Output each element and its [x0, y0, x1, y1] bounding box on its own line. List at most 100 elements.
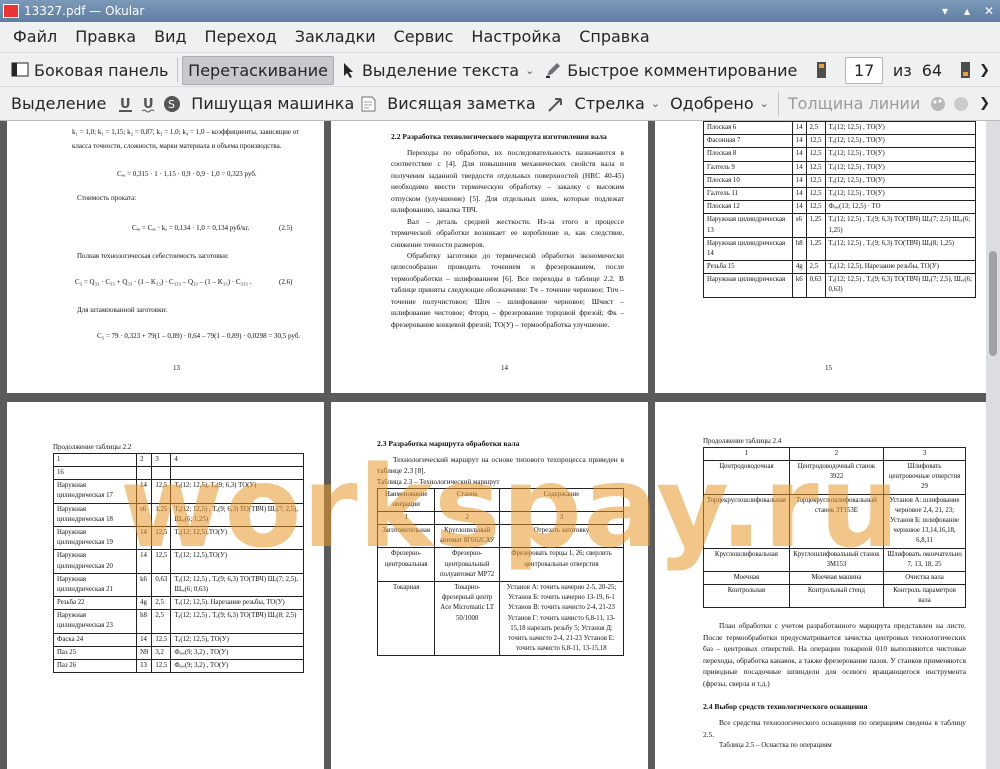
- table-cell: Наружная цилиндрическая 23: [52, 609, 138, 634]
- drag-mode-button[interactable]: Перетаскивание: [182, 55, 334, 85]
- table-row: Наружная цилиндрическая 23 h8 2,5 Тₐ(12; 12…: [52, 609, 304, 634]
- arrow-tool-icon[interactable]: [547, 95, 565, 113]
- line-width-button[interactable]: Толщина линии: [783, 89, 926, 118]
- table-caption: Продолжение таблицы 2.2: [53, 443, 132, 451]
- pen-icon: [544, 61, 562, 79]
- table-cell: Станок: [434, 487, 500, 512]
- minimize-icon[interactable]: ▾: [934, 0, 956, 22]
- svg-text:S: S: [168, 98, 175, 111]
- menu-go[interactable]: Переход: [196, 22, 286, 52]
- chevron-down-icon[interactable]: ⌄: [651, 97, 660, 110]
- table-cell: k6: [791, 273, 807, 298]
- next-page-icon[interactable]: [956, 61, 974, 79]
- color-palette-icon[interactable]: [929, 95, 947, 113]
- title-bar: 13327.pdf — Okular ▾ ▴ ✕: [0, 0, 1000, 22]
- table-cell: Плоская 12: [703, 200, 793, 215]
- quick-comment-label: Быстрое комментирование: [567, 60, 798, 80]
- table-cell: 12,5: [151, 549, 172, 574]
- menu-bookmarks[interactable]: Закладки: [286, 22, 385, 52]
- menu-file[interactable]: Файл: [4, 22, 66, 52]
- table-row: Круглошлифовальная Круглошлифовальный ста…: [703, 547, 966, 572]
- text-select-label: Выделение текста: [361, 60, 520, 80]
- strikeout-icon[interactable]: S: [163, 95, 181, 113]
- table-row: Фрезерно-центровальная Фрезерно-центровал…: [376, 547, 625, 583]
- maximize-icon[interactable]: ▴: [956, 0, 978, 22]
- table-cell: 12,5: [805, 173, 826, 188]
- typewriter-button[interactable]: Пишущая машинка: [186, 89, 359, 118]
- table-cell: Плоская 8: [703, 147, 793, 162]
- page-number-input[interactable]: 17: [845, 56, 883, 84]
- text-line: k₁ = 1,0; k₁ = 1,15; k₂ = 0,87; k₃ = 1,0…: [72, 128, 300, 136]
- toolbar-overflow-icon[interactable]: ❯: [979, 96, 990, 111]
- table-cell: Фₑₑₑ(13; 12,5) · ТО: [824, 200, 977, 215]
- table-cell: 12,5: [151, 479, 172, 504]
- table-cell: Тₐ(12; 12,5),ТО(У): [170, 525, 304, 551]
- pop-up-note-button[interactable]: Висящая заметка: [382, 89, 540, 118]
- toolbar-overflow-icon[interactable]: ❯: [979, 63, 990, 78]
- arrow-button[interactable]: Стрелка ⌄: [570, 89, 665, 118]
- table-cell: Паз 25: [52, 645, 138, 661]
- table-row: 1234: [52, 452, 304, 468]
- table-cell: Тₐ(12; 12,5), Тₑ(9; 6,3) ТО(У): [170, 479, 304, 504]
- table-cell: Контрольная: [703, 584, 790, 609]
- chevron-down-icon[interactable]: ⌄: [760, 97, 769, 110]
- formula: C₃ = 79 · 0,323 + 79(1 – 0,89) · 0,64 – …: [97, 332, 301, 340]
- table-cell: Тₐ(12; 12,5) , Тₑ(9; 6,3) ТО(ТВЧ) Шₑ(8; …: [824, 236, 977, 262]
- cursor-arrow-icon: [339, 61, 357, 79]
- table-cell: Шлифовать окончательно 7, 13, 18, 25: [883, 547, 966, 572]
- table-cell: 14: [791, 121, 807, 136]
- table-cell: Содержание: [498, 487, 625, 512]
- table-cell: [151, 466, 172, 481]
- table-cell: 12,5: [151, 659, 172, 674]
- table-row: Наружная цилиндрическая 20 14 12,5 Тₐ(12; 1…: [52, 549, 304, 574]
- note-icon[interactable]: [359, 95, 377, 113]
- highlight-button[interactable]: Выделение: [6, 89, 111, 118]
- table-cell: Тₐ(12; 12,5),ТО(У): [170, 549, 304, 574]
- quick-comment-button[interactable]: Быстрое комментирование: [539, 56, 802, 85]
- menu-help[interactable]: Справка: [570, 22, 659, 52]
- sidebar-button[interactable]: Боковая панель: [6, 56, 173, 85]
- table-cell: Тₐ(12; 12,5) , Тₑ(9; 6,3) ТО(ТВЧ) Шₑ(7; …: [824, 213, 977, 238]
- table-row: Плоская 6 14 2,5 Тₐ(12; 12,5) , ТО(У): [703, 121, 977, 136]
- squiggly-underline-icon[interactable]: U: [140, 95, 158, 113]
- table-row: Плоская 8 14 12,5 Тₐ(12; 12,5) , ТО(У): [703, 147, 977, 162]
- table-cell: 14: [791, 173, 807, 188]
- text-line: класса точности, сложности, марки матери…: [72, 142, 282, 150]
- page-number: 14: [501, 364, 508, 372]
- opacity-icon[interactable]: [952, 95, 970, 113]
- previous-page-icon[interactable]: [812, 61, 830, 79]
- table-cell: Тₐ(12; 12,5) , ТО(У): [824, 186, 977, 202]
- table-cell: Отрезать заготовку: [498, 524, 625, 549]
- menu-view[interactable]: Вид: [145, 22, 195, 52]
- vertical-scrollbar[interactable]: [986, 121, 1000, 769]
- sidebar-button-label: Боковая панель: [34, 60, 169, 80]
- table-cell: 14: [136, 549, 153, 574]
- table-cell: 3: [883, 446, 966, 462]
- close-icon[interactable]: ✕: [978, 0, 1000, 22]
- document-view[interactable]: k₁ = 1,0; k₁ = 1,15; k₂ = 0,87; k₃ = 1,0…: [0, 121, 1000, 769]
- underline-icon[interactable]: U: [117, 95, 135, 113]
- table-cell: Тₐ(12; 12,5) , Тₑ(9; 6,3) ТО(ТВЧ) Шₑ(7; …: [824, 273, 977, 298]
- table-cell: Фрезеровать торцы 1, 26; сверлить центро…: [498, 547, 625, 583]
- text-select-button[interactable]: Выделение текста ⌄: [334, 56, 539, 85]
- menu-edit[interactable]: Правка: [66, 22, 145, 52]
- table-cell: Установ А: точить начерно 2-5, 20-25; Ус…: [498, 581, 625, 657]
- table-cell: Наименование операции: [376, 487, 436, 512]
- table-cell: Резьба 15: [703, 260, 793, 275]
- scrollbar-thumb[interactable]: [989, 251, 997, 356]
- table-cell: s6: [791, 213, 807, 238]
- table-row: Наружная цилиндрическая 14 h8 1,25 Тₐ(12; 1…: [703, 236, 977, 262]
- table-cell: Круглошлифовальная: [703, 547, 790, 572]
- table-cell: Фₑₑₑ(9; 3,2) , ТО(У): [170, 659, 304, 674]
- menu-settings[interactable]: Настройка: [462, 22, 570, 52]
- table-row: Торцекруглошлифовальная Торцекруглошлифов…: [703, 493, 966, 549]
- table-cell: Моечная: [703, 570, 790, 586]
- table-cell: Тₐ(12; 12,5) , ТО(У): [824, 173, 977, 188]
- table-cell: Галтель 9: [703, 160, 793, 175]
- section-heading: 2.3 Разработка маршрута обработки вала: [377, 439, 520, 448]
- stamp-button[interactable]: Одобрено ⌄: [665, 89, 774, 118]
- table-cell: 3: [498, 510, 625, 526]
- chevron-down-icon[interactable]: ⌄: [525, 64, 534, 77]
- menu-tools[interactable]: Сервис: [385, 22, 463, 52]
- main-toolbar: Боковая панель Перетаскивание Выделение …: [0, 52, 1000, 87]
